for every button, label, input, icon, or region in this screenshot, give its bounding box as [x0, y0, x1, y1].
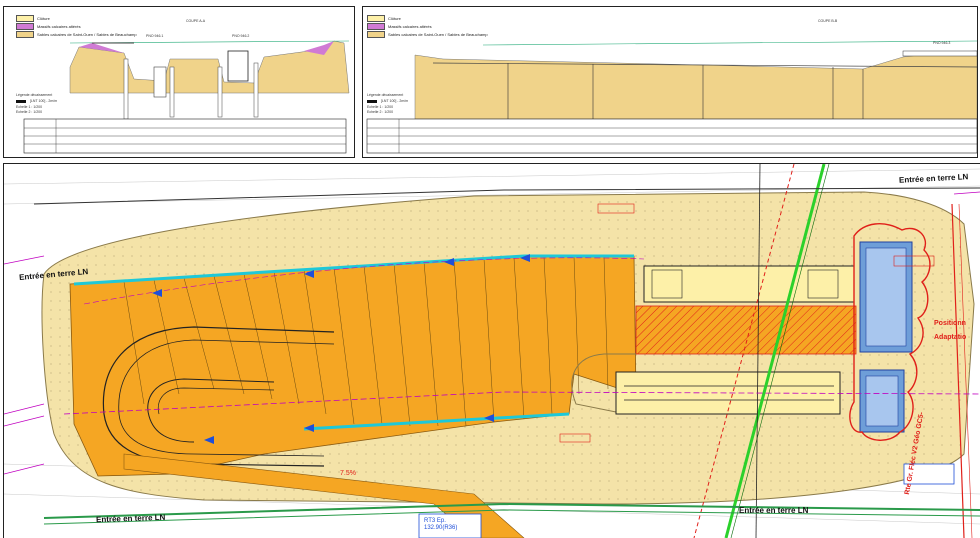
- label-entree-bottom-right: Entrée en terre LN: [739, 506, 809, 515]
- section-a-drawing: [16, 40, 350, 154]
- label-positionnement: Positionn: [934, 320, 966, 327]
- section-b-echelle-v: Echelle 2 : 1/200: [367, 110, 394, 114]
- label-slope: 7.5%: [340, 470, 356, 477]
- section-a-echelle-h: Echelle 1 : 1/200: [16, 105, 43, 109]
- section-b-panel: Clôture Massifs calcaires altérés Sables…: [362, 6, 978, 158]
- section-a-scale-note: [LNT 100] - 2m/m: [30, 99, 58, 103]
- section-a-pk1: PNO 946.1: [146, 34, 164, 38]
- section-a-pk2: PNO 946.2: [232, 34, 250, 38]
- section-a-panel: Clôture Massifs calcaires altérés Sables…: [3, 6, 355, 158]
- section-b-scale-label: Légende décaissement: [367, 93, 404, 97]
- plan-drawing: [4, 164, 980, 538]
- section-b-scale-note: [LNT 100] - 2m/m: [381, 99, 409, 103]
- section-b-drawing: [366, 40, 977, 154]
- label-adaptation: Adaptatio: [934, 334, 967, 341]
- section-b-pk: PNO 946.3: [933, 41, 951, 45]
- section-a-echelle-v: Echelle 2 : 1/200: [16, 110, 43, 114]
- plan-view-panel: Entrée en terre LN Entrée en terre LN En…: [3, 163, 980, 538]
- label-rt-box: RT3 Ep. 132.90(R36): [424, 518, 458, 531]
- section-a-scale-label: Légende décaissement: [16, 93, 53, 97]
- section-b-echelle-h: Echelle 1 : 1/200: [367, 105, 394, 109]
